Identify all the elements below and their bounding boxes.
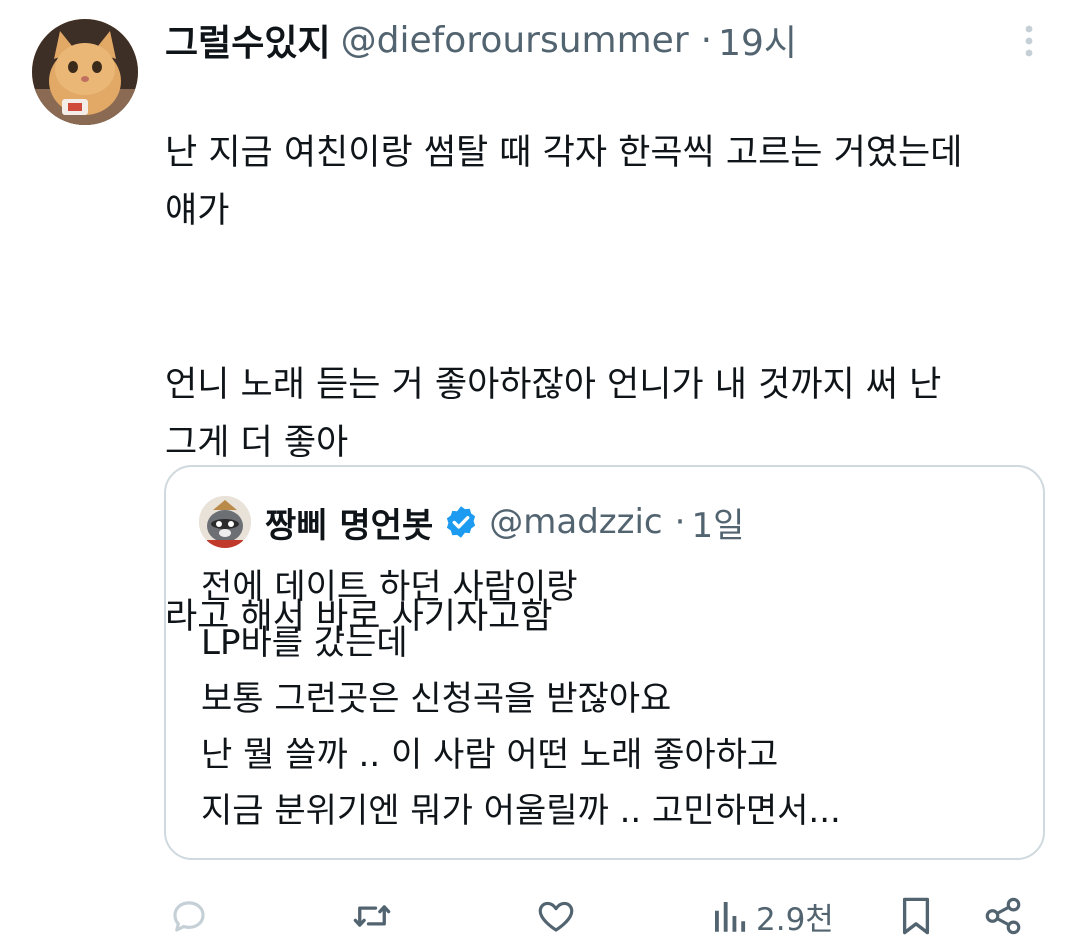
bookmark-icon xyxy=(902,897,930,935)
quoted-tweet[interactable]: 짱삐 명언봇 @madzzic · 1일 전에 데이트 하던 사람이랑 LP바를… xyxy=(164,465,1045,860)
views-icon xyxy=(715,902,746,932)
tweet-paragraph: 난 지금 여친이랑 썸탈 때 각자 한곡씩 고르는 거였는데 얘가 xyxy=(165,133,963,231)
quote-line: 전에 데이트 하던 사람이랑 xyxy=(201,567,578,607)
author-avatar[interactable] xyxy=(32,19,138,125)
more-options-icon[interactable] xyxy=(1022,24,1036,58)
quote-line: LP바를 갔는데 xyxy=(201,623,408,663)
author-handle[interactable]: @dieforoursummer xyxy=(341,20,689,61)
tweet-paragraph: 언니 노래 듣는 거 좋아하잖아 언니가 내 것까지 써 난 그게 더 좋아 xyxy=(165,365,942,463)
quote-header: 짱삐 명언봇 @madzzic · 1일 xyxy=(199,495,744,549)
quote-text: 전에 데이트 하던 사람이랑 LP바를 갔는데 보통 그런곳은 신청곡을 받잖아… xyxy=(201,559,841,839)
bookmark-button[interactable] xyxy=(898,890,934,942)
tweet-time[interactable]: 19시 xyxy=(718,14,797,66)
retweet-button[interactable] xyxy=(350,890,394,942)
quote-author-avatar xyxy=(199,496,251,548)
quote-line: 난 뭘 쓸까 .. 이 사람 어떤 노래 좋아하고 xyxy=(201,735,779,775)
retweet-icon xyxy=(353,905,391,927)
like-icon xyxy=(538,901,574,932)
reply-icon xyxy=(173,901,205,932)
share-icon xyxy=(985,897,1021,935)
reply-button[interactable] xyxy=(168,890,210,942)
verified-badge-icon xyxy=(447,506,476,538)
tweet-header: 그럴수있지 @dieforoursummer · 19시 xyxy=(165,14,1020,66)
quote-author-handle[interactable]: @madzzic xyxy=(489,502,662,542)
header-separator: · xyxy=(700,19,713,61)
author-name[interactable]: 그럴수있지 xyxy=(165,14,331,66)
quote-time[interactable]: 1일 xyxy=(691,498,744,547)
quote-header-separator: · xyxy=(674,502,686,542)
like-button[interactable] xyxy=(534,890,578,942)
quote-line: 지금 분위기엔 뭐가 어울릴까 .. 고민하면서... xyxy=(201,791,841,831)
quote-line: 보통 그런곳은 신청곡을 받잖아요 xyxy=(201,679,672,719)
views-count: 2.9천 xyxy=(756,901,834,938)
share-button[interactable] xyxy=(982,890,1024,942)
action-bar: 2.9천 xyxy=(160,890,1040,942)
views-button[interactable]: 2.9천 xyxy=(710,890,834,942)
quote-author-name[interactable]: 짱삐 명언봇 xyxy=(265,498,433,547)
